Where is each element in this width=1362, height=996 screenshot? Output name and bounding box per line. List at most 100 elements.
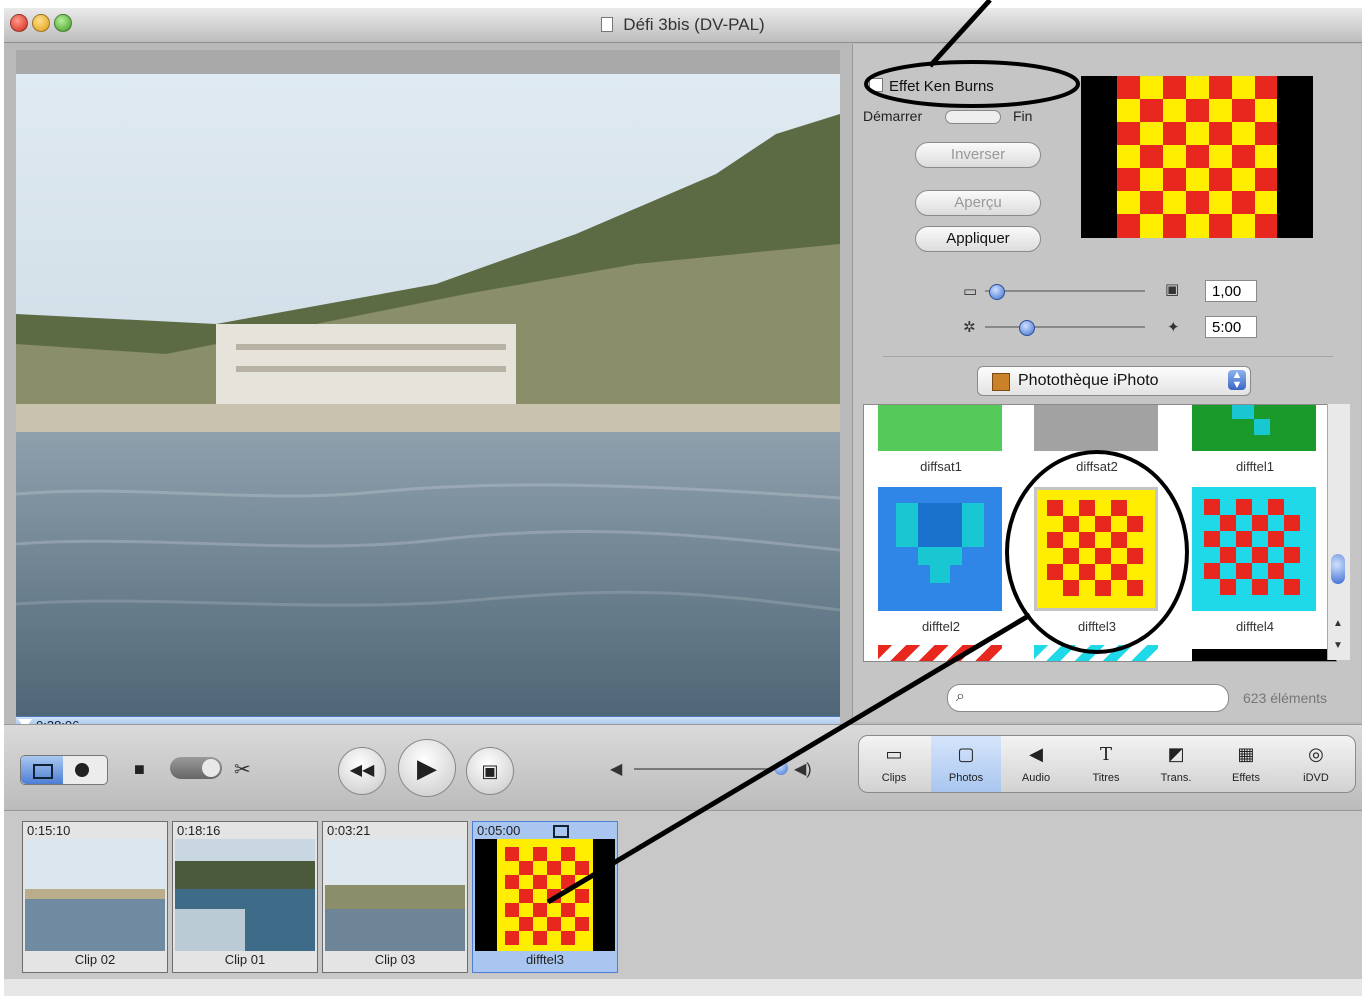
zoom-large-icon: ▣ xyxy=(1165,281,1180,298)
popup-arrows-icon: ▲ ▼ xyxy=(1228,370,1246,391)
clip-clip-02[interactable]: 0:15:10 Clip 02 xyxy=(22,821,168,973)
divider xyxy=(883,356,1333,357)
dvd-icon: ◎ xyxy=(1308,744,1324,764)
clip-clip-03[interactable]: 0:03:21 Clip 03 xyxy=(322,821,468,973)
photo-thumbnail-partial[interactable] xyxy=(1192,649,1336,661)
rewind-button[interactable]: ◀◀ xyxy=(338,747,386,795)
video-viewer[interactable]: 0:38:06 xyxy=(16,50,840,735)
photo-label: difftel2 xyxy=(921,619,961,634)
volume-low-icon: ◀ xyxy=(610,761,623,778)
scroll-up-arrow[interactable]: ▲ xyxy=(1333,618,1343,629)
tab-label: Clips xyxy=(881,772,907,784)
preview-button[interactable]: Aperçu xyxy=(915,190,1041,216)
tab-audio[interactable]: ◀ Audio xyxy=(1001,736,1071,792)
title-T-icon: T xyxy=(1099,744,1112,765)
film-icon: ▭ xyxy=(885,744,903,764)
window-title-text: Défi 3bis (DV-PAL) xyxy=(623,15,765,34)
fullscreen-play-button[interactable]: ▣ xyxy=(466,747,514,795)
clip-name: Clip 03 xyxy=(374,952,416,967)
photo-thumbnail xyxy=(878,487,1002,611)
zoom-small-icon: ▭ xyxy=(963,283,978,300)
tab-effects[interactable]: ▦ Effets xyxy=(1211,736,1281,792)
photo-thumbnail xyxy=(878,405,1002,451)
photo-icon: ▢ xyxy=(957,744,975,764)
tab-idvd[interactable]: ◎ iDVD xyxy=(1281,736,1351,792)
tab-photos[interactable]: ▢ Photos xyxy=(931,736,1001,792)
clip-thumbnail xyxy=(175,839,315,951)
volume-slider-track[interactable] xyxy=(634,768,782,770)
clip-name: Clip 02 xyxy=(74,952,116,967)
title-bar: Défi 3bis (DV-PAL) xyxy=(4,8,1362,43)
photo-thumbnail xyxy=(1192,487,1316,611)
photo-thumbnail-partial[interactable] xyxy=(1034,645,1158,661)
ken-burns-checkbox[interactable]: Effet Ken Burns xyxy=(869,78,994,95)
duration-value-field[interactable]: 5:00 xyxy=(1205,316,1257,338)
photo-label: difftel3 xyxy=(1077,619,1117,634)
zoom-value-field[interactable]: 1,00 xyxy=(1205,280,1257,302)
imovie-window: Défi 3bis (DV-PAL) 0:38:06 Effet K xyxy=(4,8,1362,996)
tab-label: Photos xyxy=(948,772,984,784)
clip-view-button[interactable] xyxy=(21,756,63,784)
zoom-slider-knob[interactable] xyxy=(989,284,1005,300)
duration-slider-track[interactable] xyxy=(985,326,1145,328)
item-count: 623 éléments xyxy=(1243,690,1328,706)
volume-slider-knob[interactable] xyxy=(774,761,788,775)
clip-name: difftel3 xyxy=(525,952,565,967)
effects-icon: ▦ xyxy=(1237,744,1255,764)
photo-browser[interactable]: diffsat1 diffsat2 difftel1 difftel2 diff… xyxy=(863,404,1337,662)
scissors-icon: ✂ xyxy=(234,759,251,781)
pane-tabs: ▭ Clips ▢ Photos ◀ Audio T Titres ◩ Trans. ▦ E… xyxy=(858,735,1356,793)
video-frame xyxy=(16,74,840,716)
transition-icon: ◩ xyxy=(1167,744,1185,764)
window-title: Défi 3bis (DV-PAL) xyxy=(4,15,1362,35)
clip-duration: 0:18:16 xyxy=(177,823,221,838)
document-icon xyxy=(601,17,614,32)
view-mode-toggle[interactable] xyxy=(20,755,108,785)
zoom-slider-track[interactable] xyxy=(985,290,1145,292)
photo-thumbnail xyxy=(1192,405,1316,451)
apply-button[interactable]: Appliquer xyxy=(915,226,1041,252)
tab-titles[interactable]: T Titres xyxy=(1071,736,1141,792)
reverse-button[interactable]: Inverser xyxy=(915,142,1041,168)
checker-preview xyxy=(1117,76,1277,238)
camera-icon: ■ xyxy=(134,759,145,779)
start-end-switch[interactable] xyxy=(945,110,1001,124)
speaker-icon: ◀ xyxy=(1029,744,1043,764)
photo-preview xyxy=(1081,76,1313,238)
photo-label: diffsat1 xyxy=(920,459,962,474)
ken-burns-clip-icon xyxy=(553,825,569,838)
iphoto-library-icon xyxy=(992,373,1010,391)
camera-edit-switch[interactable] xyxy=(170,757,222,779)
play-button[interactable]: ▶ xyxy=(398,739,456,797)
clip-clip-01[interactable]: 0:18:16 Clip 01 xyxy=(172,821,318,973)
control-bar: ■ ✂ ◀◀ ▶ ▣ ◀ ◀) ▭ Clips ▢ Photos ◀ Audio TT… xyxy=(4,724,1362,809)
scrollbar-thumb[interactable] xyxy=(1331,554,1345,584)
checkbox-box[interactable] xyxy=(869,78,883,92)
scroll-down-arrow[interactable]: ▼ xyxy=(1333,640,1343,651)
tab-label: Effets xyxy=(1232,772,1260,784)
browser-scrollbar[interactable]: ▲ ▼ xyxy=(1327,404,1350,660)
ken-burns-label: Effet Ken Burns xyxy=(889,78,994,95)
volume-high-icon: ◀) xyxy=(794,761,812,778)
tab-clips[interactable]: ▭ Clips xyxy=(859,736,929,792)
photo-label: difftel1 xyxy=(1235,459,1275,474)
photo-thumbnail-partial[interactable] xyxy=(878,645,1002,661)
photo-source-popup[interactable]: Photothèque iPhoto ▲ ▼ xyxy=(977,366,1251,396)
fast-icon: ✦ xyxy=(1167,319,1180,336)
clip-thumbnail xyxy=(325,839,465,951)
duration-slider-knob[interactable] xyxy=(1019,320,1035,336)
photo-search-field[interactable]: ⌕ xyxy=(947,684,1229,712)
timeline-bottom-strip xyxy=(4,979,1362,996)
tab-label: Titres xyxy=(1092,772,1120,784)
start-label: Démarrer xyxy=(863,108,923,124)
tab-transitions[interactable]: ◩ Trans. xyxy=(1141,736,1211,792)
slow-icon: ✲ xyxy=(963,319,976,336)
duration-slider-row: ✲ ✦ xyxy=(953,318,1180,336)
clip-thumbnail xyxy=(25,839,165,951)
photo-thumbnail xyxy=(1034,487,1158,611)
clip-difftel3[interactable]: 0:05:00 difftel3 xyxy=(472,821,618,973)
photo-label: difftel4 xyxy=(1235,619,1275,634)
search-icon: ⌕ xyxy=(956,688,965,705)
tab-label: Trans. xyxy=(1160,772,1192,784)
clip-duration: 0:05:00 xyxy=(477,823,521,838)
